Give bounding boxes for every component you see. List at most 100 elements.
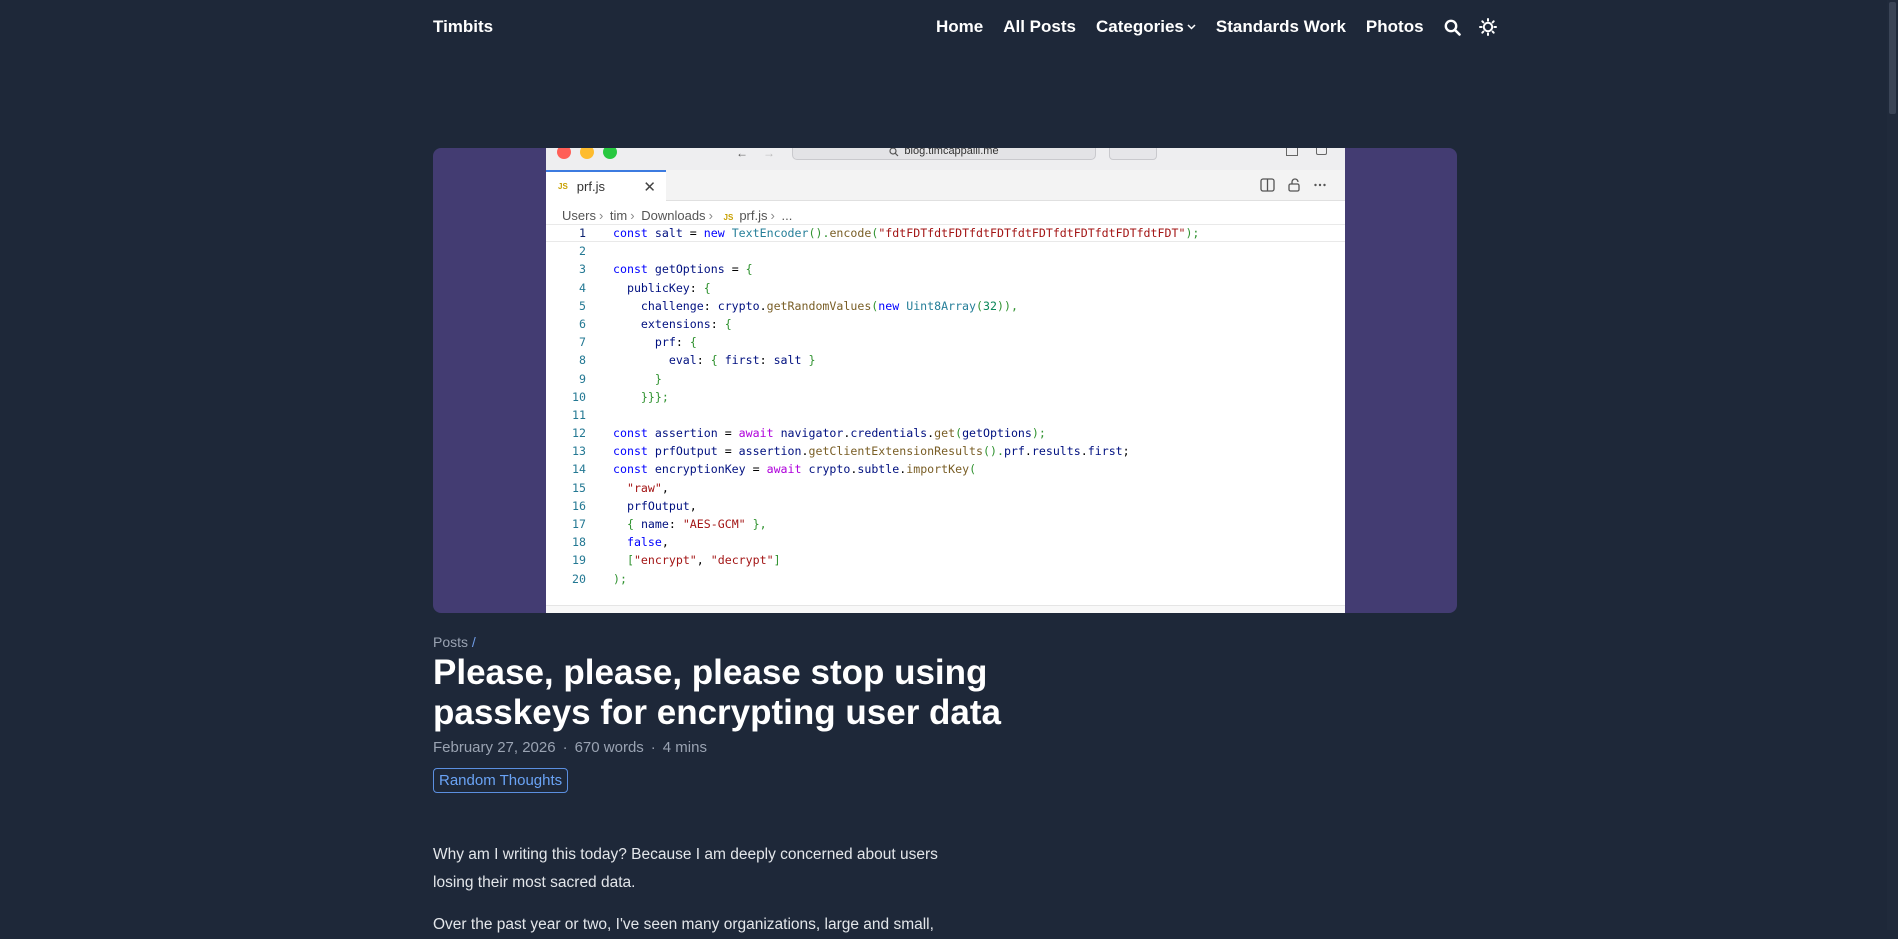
line-number: 9 [579, 371, 586, 386]
meta-separator: · [562, 739, 568, 756]
code-text: const salt = new TextEncoder().encode("f… [613, 226, 1200, 240]
code-line: 16 prfOutput, [546, 497, 1345, 515]
browser-titlebar: ← → blog.timcappalli.me [546, 148, 1345, 170]
line-number: 20 [572, 571, 586, 586]
line-number: 6 [579, 316, 586, 331]
line-number: 3 [579, 262, 586, 277]
main-nav: Home All Posts Categories Standards Work… [936, 17, 1515, 37]
code-text: prf: { [654, 335, 697, 350]
editor-tabstrip: JS prf.js ✕ [546, 170, 1345, 201]
chat-icon [1109, 148, 1157, 160]
tag-random-thoughts[interactable]: Random Thoughts [433, 768, 569, 793]
nav-photos[interactable]: Photos [1366, 17, 1424, 37]
code-line: 3 const getOptions = { [546, 260, 1345, 278]
url-text: blog.timcappalli.me [904, 148, 999, 157]
line-number: 1 [579, 226, 586, 240]
more-icon [1314, 183, 1326, 187]
theme-toggle-icon[interactable] [1478, 18, 1497, 36]
fullscreen-icon [1286, 148, 1298, 156]
code-text: "raw", [626, 480, 669, 495]
code-line: 17 { name: "AES-GCM" }, [546, 515, 1345, 533]
js-file-icon: JS [723, 213, 734, 222]
code-line: 11 [546, 406, 1345, 424]
editor-tab-label: prf.js [576, 179, 605, 194]
line-number: 13 [572, 444, 586, 459]
code-text: extensions: { [640, 316, 732, 331]
line-number: 15 [572, 480, 586, 495]
line-number: 4 [579, 280, 586, 295]
site-title[interactable]: Timbits [433, 17, 493, 37]
code-text: publicKey: { [626, 280, 711, 295]
line-number: 19 [572, 553, 586, 568]
editor-breadcrumb: Users › tim › Downloads › JS prf.js › ... [562, 208, 793, 223]
code-line: 2 [546, 242, 1345, 260]
tab-close-icon: ✕ [643, 178, 656, 196]
hero-image: ← → blog.timcappalli.me JS prf.js ✕ User… [433, 148, 1457, 613]
line-number: 14 [572, 462, 586, 477]
breadcrumb-separator: / [471, 634, 476, 650]
search-icon[interactable] [1444, 19, 1461, 36]
nav-categories[interactable]: Categories [1096, 17, 1196, 37]
nav-standards-work[interactable]: Standards Work [1216, 17, 1346, 37]
line-number: 17 [572, 517, 586, 531]
line-number: 5 [579, 298, 586, 313]
breadcrumb-posts[interactable]: Posts [433, 634, 468, 650]
editor-crumb: Users [562, 208, 596, 223]
code-line: 7 prf: { [546, 333, 1345, 351]
page-title: Please, please, please stop using passke… [433, 653, 1001, 732]
close-dot-icon [557, 148, 571, 159]
editor-screenshot: ← → blog.timcappalli.me JS prf.js ✕ User… [546, 148, 1345, 613]
code-text: ); [613, 571, 627, 586]
code-line: 6 extensions: { [546, 315, 1345, 333]
paragraph: Over the past year or two, I've seen man… [433, 916, 934, 933]
code-text: } [654, 371, 662, 386]
editor-actions [1260, 178, 1327, 192]
code-text: eval: { first: salt } [668, 353, 816, 368]
read-time: 4 mins [662, 739, 707, 756]
code-line: 4 publicKey: { [546, 279, 1345, 297]
breadcrumb: Posts / [433, 634, 476, 650]
code-text: const prfOutput = assertion.getClientExt… [613, 444, 1130, 459]
line-number: 7 [579, 335, 586, 350]
code-line: 10 }}}; [546, 388, 1345, 406]
minimize-dot-icon [580, 148, 594, 159]
code-line: 13 const prfOutput = assertion.getClientE… [546, 442, 1345, 460]
editor-crumb: Downloads [641, 208, 706, 223]
nav-all-posts[interactable]: All Posts [1003, 17, 1076, 37]
line-number: 2 [579, 244, 586, 259]
editor-crumb: tim [609, 208, 628, 223]
editor-crumb: prf.js [739, 208, 768, 223]
split-editor-icon [1260, 178, 1275, 192]
code-text: false, [626, 535, 669, 550]
chevron-down-icon [1187, 22, 1196, 33]
code-block: 1 const salt = new TextEncoder().encode("… [546, 224, 1345, 588]
code-text: }}}; [640, 389, 669, 404]
code-line: 15 "raw", [546, 479, 1345, 497]
code-line: 14 const encryptionKey = await crypto.sub… [546, 460, 1345, 478]
line-number: 12 [572, 426, 586, 441]
forward-arrow-icon: → [763, 148, 775, 160]
paragraph: Why am I writing this today? Because I a… [433, 846, 938, 891]
line-number: 18 [572, 535, 586, 550]
word-count: 670 words [574, 739, 644, 756]
code-line: 18 false, [546, 533, 1345, 551]
code-text: const getOptions = { [613, 262, 753, 277]
code-text: ["encrypt", "decrypt"] [626, 553, 781, 568]
line-number: 11 [572, 407, 586, 422]
js-file-icon: JS [558, 182, 568, 191]
code-line: 1 const salt = new TextEncoder().encode("… [546, 224, 1345, 243]
pin-icon [1316, 148, 1327, 155]
code-line: 12 const assertion = await navigator.cred… [546, 424, 1345, 442]
editor-statusbar [546, 605, 1345, 613]
code-text: prfOutput, [626, 498, 697, 513]
code-line: 20); [546, 570, 1345, 588]
lock-icon [1288, 178, 1300, 192]
back-arrow-icon: ← [736, 148, 748, 160]
page-scrollbar[interactable] [1887, 0, 1898, 930]
post-date: February 27, 2026 [433, 739, 556, 756]
editor-tab-prf-js: JS prf.js ✕ [546, 170, 666, 201]
line-number: 8 [579, 353, 586, 368]
scrollbar-thumb[interactable] [1889, 2, 1896, 114]
nav-home[interactable]: Home [936, 17, 983, 37]
code-text: const assertion = await navigator.creden… [613, 426, 1046, 441]
